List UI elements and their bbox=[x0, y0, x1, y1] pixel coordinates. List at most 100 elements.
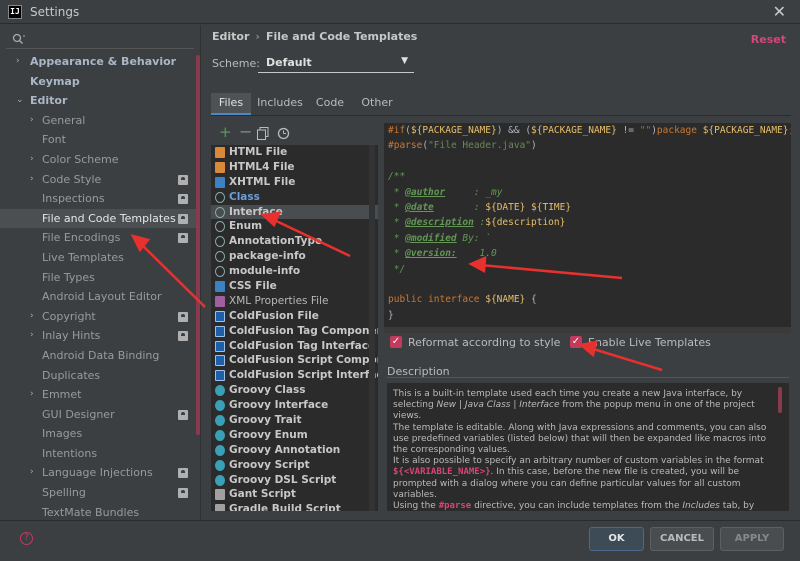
reformat-option[interactable]: ✓ Reformat according to style bbox=[390, 336, 560, 350]
code-token: By: ` bbox=[456, 232, 491, 244]
sidebar-item-android-data-binding[interactable]: Android Data Binding bbox=[0, 346, 200, 366]
help-icon[interactable]: ? bbox=[20, 532, 33, 545]
remove-icon[interactable]: − bbox=[239, 122, 252, 141]
sidebar-item-file-and-code-templates[interactable]: File and Code Templates bbox=[0, 208, 200, 229]
sidebar-item-keymap[interactable]: Keymap bbox=[0, 72, 200, 92]
settings-tree: › Appearance & Behavior Keymap ⌄ Editor › Gene… bbox=[0, 52, 200, 522]
sidebar-item-color-scheme[interactable]: › Color Scheme bbox=[0, 150, 200, 170]
reformat-checkbox[interactable]: ✓ bbox=[390, 336, 402, 348]
sidebar-item-font[interactable]: Font bbox=[0, 130, 200, 150]
template-item[interactable]: Groovy Annotation bbox=[211, 443, 378, 458]
sidebar-item-file-types[interactable]: File Types bbox=[0, 268, 200, 288]
sidebar-item-inspections[interactable]: Inspections bbox=[0, 189, 200, 209]
chevron-right-icon[interactable]: › bbox=[30, 111, 34, 131]
sidebar-item-label: Inlay Hints bbox=[42, 329, 101, 343]
live-templates-checkbox[interactable]: ✓ bbox=[570, 336, 582, 348]
template-item[interactable]: Groovy DSL Script bbox=[211, 473, 378, 488]
template-code-editor[interactable]: #if(${PACKAGE_NAME}) && (${PACKAGE_NAME}… bbox=[384, 123, 791, 333]
sidebar-item-editor[interactable]: ⌄ Editor bbox=[0, 91, 200, 111]
apply-button[interactable]: APPLY bbox=[720, 527, 784, 551]
template-item[interactable]: ColdFusion Tag Component bbox=[211, 324, 378, 339]
java-file-icon bbox=[215, 266, 225, 278]
template-item[interactable]: module-info bbox=[211, 264, 378, 279]
template-item[interactable]: Groovy Class bbox=[211, 383, 378, 398]
template-item[interactable]: XML Properties File bbox=[211, 294, 378, 309]
template-item[interactable]: CSS File bbox=[211, 279, 378, 294]
sidebar-item-inlay-hints[interactable]: › Inlay Hints bbox=[0, 326, 200, 346]
code-token: #if bbox=[388, 125, 406, 136]
chevron-right-icon[interactable]: › bbox=[30, 170, 34, 190]
tab-code[interactable]: Code bbox=[309, 93, 351, 115]
template-item[interactable]: Enum bbox=[211, 219, 378, 234]
template-item[interactable]: XHTML File bbox=[211, 175, 378, 190]
template-item[interactable]: Groovy Interface bbox=[211, 398, 378, 413]
sidebar-item-general[interactable]: › General bbox=[0, 111, 200, 131]
template-list-scrollbar[interactable] bbox=[369, 145, 375, 511]
sidebar-item-gui-designer[interactable]: GUI Designer bbox=[0, 405, 200, 425]
template-item[interactable]: ColdFusion File bbox=[211, 309, 378, 324]
sidebar-item-code-style[interactable]: › Code Style bbox=[0, 170, 200, 190]
sidebar-item-appearance-behavior[interactable]: › Appearance & Behavior bbox=[0, 52, 200, 72]
add-icon[interactable]: + bbox=[219, 123, 232, 141]
template-item[interactable]: HTML4 File bbox=[211, 160, 378, 175]
template-item-label: AnnotationType bbox=[229, 235, 323, 248]
sidebar-item-language-injections[interactable]: › Language Injections bbox=[0, 463, 200, 483]
close-icon[interactable]: ✕ bbox=[773, 2, 786, 21]
template-item[interactable]: Gradle Build Script bbox=[211, 502, 378, 511]
sidebar-item-intentions[interactable]: Intentions bbox=[0, 444, 200, 464]
sidebar-item-spelling[interactable]: Spelling bbox=[0, 483, 200, 503]
tab-files[interactable]: Files bbox=[211, 93, 251, 115]
scheme-dropdown[interactable]: Default ▼ bbox=[258, 53, 414, 73]
template-item[interactable]: Class bbox=[211, 190, 378, 205]
window-title: Settings bbox=[30, 5, 80, 19]
description-scrollbar[interactable] bbox=[778, 387, 782, 413]
search-input[interactable] bbox=[6, 29, 194, 49]
template-item[interactable]: Groovy Trait bbox=[211, 413, 378, 428]
code-token: #parse bbox=[388, 140, 423, 152]
template-item[interactable]: package-info bbox=[211, 249, 378, 264]
tab-other[interactable]: Other bbox=[355, 93, 399, 115]
breadcrumb-current: File and Code Templates bbox=[265, 30, 418, 43]
chevron-right-icon[interactable]: › bbox=[30, 463, 34, 483]
template-item[interactable]: Groovy Enum bbox=[211, 428, 378, 443]
template-item[interactable]: HTML File bbox=[211, 145, 378, 160]
chevron-down-icon[interactable]: ⌄ bbox=[16, 91, 24, 111]
live-templates-option[interactable]: ✓ Enable Live Templates bbox=[570, 336, 720, 350]
reset-icon[interactable] bbox=[277, 126, 290, 144]
code-line: */ bbox=[384, 262, 791, 277]
template-item-label: ColdFusion Script Component bbox=[229, 354, 378, 367]
chevron-right-icon[interactable]: › bbox=[30, 326, 34, 346]
template-item[interactable]: Gant Script bbox=[211, 487, 378, 502]
template-item[interactable]: AnnotationType bbox=[211, 234, 378, 249]
sidebar-item-duplicates[interactable]: Duplicates bbox=[0, 366, 200, 386]
chevron-right-icon[interactable]: › bbox=[30, 385, 34, 405]
sidebar-item-label: Font bbox=[42, 133, 66, 147]
chevron-right-icon[interactable]: › bbox=[16, 52, 20, 72]
code-token: ;#en bbox=[788, 125, 791, 136]
template-item[interactable]: ColdFusion Script Component bbox=[211, 353, 378, 368]
code-token: { bbox=[525, 294, 537, 306]
template-item[interactable]: ColdFusion Script Interface bbox=[211, 368, 378, 383]
chevron-right-icon[interactable]: › bbox=[30, 150, 34, 170]
sidebar-item-emmet[interactable]: › Emmet bbox=[0, 385, 200, 405]
tab-includes[interactable]: Includes bbox=[253, 93, 307, 115]
template-item[interactable]: Groovy Script bbox=[211, 458, 378, 473]
editor-scrollbar[interactable] bbox=[384, 327, 791, 333]
sidebar-item-images[interactable]: Images bbox=[0, 424, 200, 444]
copy-icon[interactable] bbox=[257, 126, 269, 144]
sidebar-item-file-encodings[interactable]: File Encodings bbox=[0, 228, 200, 248]
sidebar-item-label: Keymap bbox=[30, 74, 80, 88]
sidebar-item-label: Editor bbox=[30, 94, 68, 108]
cancel-button[interactable]: CANCEL bbox=[650, 527, 714, 551]
ok-button[interactable]: OK bbox=[589, 527, 644, 551]
sidebar-item-android-layout-editor[interactable]: Android Layout Editor bbox=[0, 287, 200, 307]
code-token: @description bbox=[405, 217, 474, 229]
sidebar-item-live-templates[interactable]: Live Templates bbox=[0, 248, 200, 268]
template-item[interactable]: Interface bbox=[211, 204, 378, 220]
breadcrumb-editor[interactable]: Editor bbox=[212, 30, 249, 43]
chevron-right-icon[interactable]: › bbox=[30, 307, 34, 327]
reset-link[interactable]: Reset bbox=[751, 33, 786, 46]
sidebar-item-copyright[interactable]: › Copyright bbox=[0, 307, 200, 327]
template-item-label: package-info bbox=[229, 250, 306, 263]
template-item[interactable]: ColdFusion Tag Interface bbox=[211, 339, 378, 354]
